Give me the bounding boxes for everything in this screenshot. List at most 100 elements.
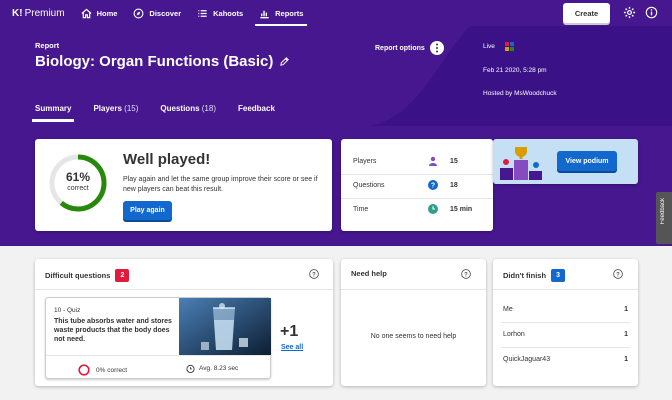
question-number: 10 - Quiz [54,307,81,314]
report-title-text: Biology: Organ Functions (Basic) [35,53,274,70]
more-count: +1 [280,323,299,340]
stat-value: 15 min [450,205,473,213]
pencil-icon[interactable] [279,56,290,67]
need-help-card: Need help ? No one seems to need help [341,259,486,386]
card-title: Need help [351,269,387,278]
player-count: 1 [624,306,628,313]
svg-text:?: ? [312,272,316,278]
card-header: Need help [351,269,387,278]
player-count: 1 [624,331,628,338]
page-title: Biology: Organ Functions (Basic) [35,53,290,70]
nav-item-label: Reports [275,8,304,18]
correct-label: correct [67,185,89,192]
tab-label: Feedback [238,104,275,113]
question-text: This tube absorbs water and stores waste… [54,318,172,343]
kahoot-color-icon [504,42,514,51]
list-item[interactable]: Me 1 [493,297,638,322]
result-headline: Well played! [123,151,211,168]
empty-state-message: No one seems to need help [370,333,457,340]
incorrect-ring-icon [78,364,90,376]
list-item[interactable]: QuickJaguar43 1 [493,347,638,372]
stat-label: Players [353,157,377,165]
brand-tier: Premium [24,7,65,19]
more-options-icon[interactable] [429,41,444,55]
result-card: 61% correct Well played! Play again and … [35,139,332,231]
player-count: 1 [624,356,628,363]
player-name: QuickJaguar43 [503,356,551,363]
help-icon[interactable]: ? [461,269,471,279]
stat-time: Time 15 min [341,196,493,222]
report-date: Feb 21 2020, 5:28 pm [483,67,547,74]
create-button[interactable]: Create [563,3,610,23]
tab-players[interactable]: Players (15) [93,104,138,122]
play-again-button[interactable]: Play again [123,201,172,220]
podium-illustration-icon [500,147,542,180]
feedback-side-tab[interactable]: Feedback [656,192,672,244]
tab-questions[interactable]: Questions (18) [160,104,216,122]
divider [493,289,638,290]
brand-logo[interactable]: K! Premium [12,8,65,19]
gear-icon[interactable] [623,6,636,19]
report-tabs: Summary Players (15) Questions (18) Feed… [31,104,275,122]
nav-item-kahoots[interactable]: Kahoots [189,0,251,26]
report-header: Report Biology: Organ Functions (Basic) … [0,26,672,126]
podium-card: View podium [493,139,638,184]
tab-count: (18) [201,104,216,113]
help-icon[interactable]: ? [613,269,623,279]
count-badge: 3 [551,269,566,282]
live-status: Live [483,42,514,51]
divider [341,289,486,290]
nav-item-label: Discover [149,8,182,18]
question-correct-rate: 0% correct [78,364,127,376]
nav-item-home[interactable]: Home [73,0,126,26]
card-title: Didn't finish [503,271,547,280]
tab-label: Questions [160,104,200,113]
stat-label: Time [353,205,369,213]
compass-icon [133,8,144,18]
card-header: Difficult questions 2 [45,269,130,282]
chart-icon [260,10,269,18]
nav-item-reports[interactable]: Reports [251,0,311,26]
correct-percent: 61% [65,170,91,184]
difficult-questions-card: Difficult questions 2 ? 10 - Quiz This t… [35,259,333,386]
count-badge: 2 [115,269,130,282]
feedback-side-label: Feedback [660,198,666,225]
question-footer: 0% correct Avg. 8.23 sec [46,355,272,380]
question-image [179,298,271,355]
tab-label: Summary [35,104,72,113]
tab-label: Players [93,104,122,113]
info-icon[interactable] [645,6,658,19]
stat-players: Players 15 [341,148,493,174]
avg-time-text: Avg. 8.23 sec [199,365,239,372]
card-title: Difficult questions [45,271,111,280]
tab-summary[interactable]: Summary [31,104,75,122]
svg-text:?: ? [616,272,620,278]
nav-item-discover[interactable]: Discover [125,0,189,26]
didnt-finish-card: Didn't finish 3 ? Me 1 Lorhon 1 QuickJag… [493,259,638,386]
view-podium-button[interactable]: View podium [557,151,617,171]
nav-item-label: Home [96,8,118,18]
card-header: Didn't finish 3 [503,269,566,282]
tab-feedback[interactable]: Feedback [238,104,275,122]
brand-mark: K! [12,7,23,19]
status-text: Live [483,43,495,50]
list-icon [198,9,207,17]
player-name: Lorhon [503,331,525,338]
svg-text:?: ? [431,183,435,190]
divider [35,289,333,290]
stopwatch-icon [186,364,195,373]
list-item[interactable]: Lorhon 1 [493,322,638,347]
difficult-question-item[interactable]: 10 - Quiz This tube absorbs water and st… [45,297,272,380]
clock-icon [428,204,438,214]
svg-text:?: ? [464,272,468,278]
section-label: Report [35,41,60,50]
help-icon[interactable]: ? [309,269,319,279]
tab-count: (15) [124,104,139,113]
see-all-link[interactable]: See all [281,344,303,351]
home-icon [81,8,92,18]
report-options[interactable]: Report options [375,41,444,55]
correct-rate-text: 0% correct [96,366,128,374]
report-options-label: Report options [375,44,425,52]
stat-value: 15 [450,157,458,165]
question-avg-time: Avg. 8.23 sec [186,364,238,373]
